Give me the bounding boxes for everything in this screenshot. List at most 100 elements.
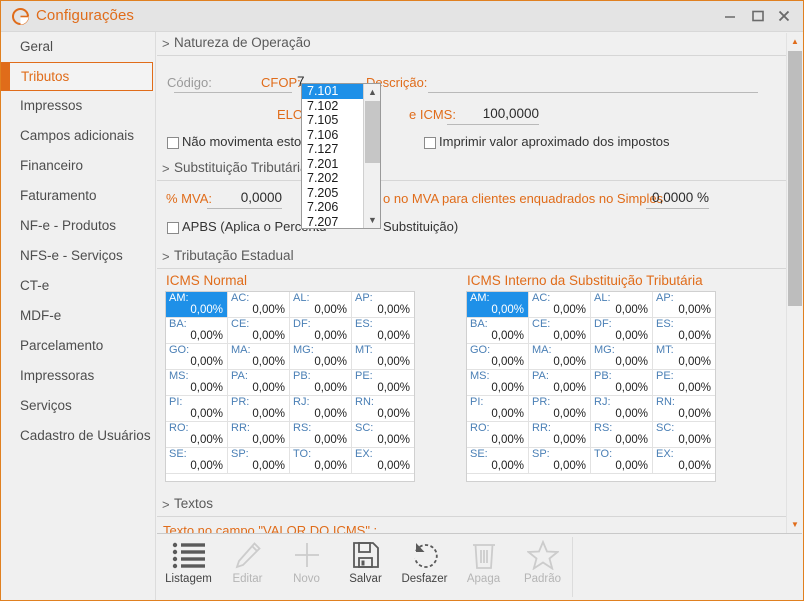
cfop-option[interactable]: 7.202 — [302, 171, 363, 186]
state-rate-value[interactable]: 0,00% — [314, 460, 347, 472]
state-cell-es[interactable]: ES: 0,00% — [653, 318, 715, 344]
state-rate-value[interactable]: 0,00% — [491, 408, 524, 420]
sidebar-item-ct-e[interactable]: CT-e — [1, 271, 155, 301]
state-rate-value[interactable]: 0,00% — [615, 434, 648, 446]
state-cell-pb[interactable]: PB: 0,00% — [290, 370, 352, 396]
state-rate-value[interactable]: 0,00% — [678, 408, 711, 420]
sidebar-item-faturamento[interactable]: Faturamento — [1, 181, 155, 211]
state-rate-value[interactable]: 0,00% — [615, 382, 648, 394]
state-rate-value[interactable]: 0,00% — [615, 460, 648, 472]
sidebar-item-mdf-e[interactable]: MDF-e — [1, 301, 155, 331]
scroll-down-arrow-icon[interactable]: ▼ — [787, 516, 802, 533]
state-rate-value[interactable]: 0,00% — [252, 304, 285, 316]
state-cell-pa[interactable]: PA: 0,00% — [228, 370, 290, 396]
state-rate-value[interactable]: 0,00% — [678, 434, 711, 446]
state-cell-rn[interactable]: RN: 0,00% — [653, 396, 715, 422]
state-cell-ex[interactable]: EX: 0,00% — [352, 448, 414, 474]
salvar-button[interactable]: Salvar — [336, 537, 395, 595]
chevron-down-icon[interactable]: ▼ — [364, 212, 380, 228]
state-rate-value[interactable]: 0,00% — [190, 408, 223, 420]
state-cell-df[interactable]: DF: 0,00% — [591, 318, 653, 344]
state-cell-go[interactable]: GO: 0,00% — [166, 344, 228, 370]
codigo-input[interactable] — [174, 92, 292, 93]
icms-st-grid[interactable]: AM: 0,00% AC: 0,00% AL: 0,00% AP: 0,00% BA: 0,00%… — [466, 291, 716, 482]
state-rate-value[interactable]: 0,00% — [553, 330, 586, 342]
state-cell-sp[interactable]: SP: 0,00% — [228, 448, 290, 474]
state-cell-se[interactable]: SE: 0,00% — [166, 448, 228, 474]
state-rate-value[interactable]: 0,00% — [252, 460, 285, 472]
cfop-option[interactable]: 7.206 — [302, 200, 363, 215]
state-rate-value[interactable]: 0,00% — [491, 382, 524, 394]
state-cell-ce[interactable]: CE: 0,00% — [228, 318, 290, 344]
state-rate-value[interactable]: 0,00% — [553, 382, 586, 394]
state-cell-pr[interactable]: PR: 0,00% — [529, 396, 591, 422]
state-cell-mg[interactable]: MG: 0,00% — [591, 344, 653, 370]
close-button[interactable] — [773, 7, 795, 25]
state-rate-value[interactable]: 0,00% — [252, 434, 285, 446]
state-cell-ce[interactable]: CE: 0,00% — [529, 318, 591, 344]
state-cell-ac[interactable]: AC: 0,00% — [228, 292, 290, 318]
state-cell-am[interactable]: AM: 0,00% — [166, 292, 228, 318]
icms-normal-grid[interactable]: AM: 0,00% AC: 0,00% AL: 0,00% AP: 0,00% BA: 0,00%… — [165, 291, 415, 482]
state-rate-value[interactable]: 0,00% — [615, 408, 648, 420]
sidebar-item-tributos[interactable]: Tributos — [1, 62, 153, 91]
state-rate-value[interactable]: 0,00% — [491, 356, 524, 368]
state-rate-value[interactable]: 0,00% — [314, 356, 347, 368]
state-cell-ac[interactable]: AC: 0,00% — [529, 292, 591, 318]
state-rate-value[interactable]: 0,00% — [314, 408, 347, 420]
mva-input[interactable]: 0,0000 — [207, 190, 282, 205]
section-substituicao-tributaria[interactable]: > Substituição Tributária — [157, 158, 786, 181]
state-cell-rs[interactable]: RS: 0,00% — [290, 422, 352, 448]
section-textos[interactable]: > Textos — [157, 494, 786, 517]
scroll-thumb[interactable] — [788, 51, 802, 306]
state-rate-value[interactable]: 0,00% — [377, 382, 410, 394]
cfop-option[interactable]: 7.106 — [302, 128, 363, 143]
state-rate-value[interactable]: 0,00% — [190, 434, 223, 446]
state-rate-value[interactable]: 0,00% — [190, 330, 223, 342]
state-cell-rj[interactable]: RJ: 0,00% — [591, 396, 653, 422]
state-rate-value[interactable]: 0,00% — [314, 382, 347, 394]
sidebar-item-nfs-e-servi-os[interactable]: NFS-e - Serviços — [1, 241, 155, 271]
state-rate-value[interactable]: 0,00% — [491, 304, 524, 316]
state-rate-value[interactable]: 0,00% — [190, 304, 223, 316]
state-cell-se[interactable]: SE: 0,00% — [467, 448, 529, 474]
minimize-button[interactable] — [719, 7, 741, 25]
state-rate-value[interactable]: 0,00% — [491, 460, 524, 472]
state-cell-ro[interactable]: RO: 0,00% — [166, 422, 228, 448]
state-rate-value[interactable]: 0,00% — [377, 304, 410, 316]
simples-mva-input[interactable]: 0,0000 % — [646, 190, 709, 205]
cfop-dropdown-scrollbar[interactable]: ▲ ▼ — [363, 84, 380, 228]
state-cell-rn[interactable]: RN: 0,00% — [352, 396, 414, 422]
state-cell-al[interactable]: AL: 0,00% — [290, 292, 352, 318]
state-rate-value[interactable]: 0,00% — [678, 330, 711, 342]
cfop-option[interactable]: 7.127 — [302, 142, 363, 157]
state-cell-mg[interactable]: MG: 0,00% — [290, 344, 352, 370]
state-rate-value[interactable]: 0,00% — [678, 382, 711, 394]
state-rate-value[interactable]: 0,00% — [491, 330, 524, 342]
state-rate-value[interactable]: 0,00% — [314, 434, 347, 446]
state-rate-value[interactable]: 0,00% — [553, 434, 586, 446]
listagem-button[interactable]: Listagem — [159, 537, 218, 595]
state-rate-value[interactable]: 0,00% — [252, 356, 285, 368]
state-cell-rr[interactable]: RR: 0,00% — [529, 422, 591, 448]
apbs-checkbox[interactable] — [167, 222, 179, 234]
state-rate-value[interactable]: 0,00% — [190, 382, 223, 394]
chevron-up-icon[interactable]: ▲ — [364, 84, 380, 100]
state-cell-ro[interactable]: RO: 0,00% — [467, 422, 529, 448]
cfop-dropdown-list[interactable]: 7.101 7.102 7.105 7.106 7.127 7.201 7.202 7.205… — [301, 83, 381, 229]
state-cell-ap[interactable]: AP: 0,00% — [352, 292, 414, 318]
imprimir-impostos-checkbox[interactable] — [424, 137, 436, 149]
state-cell-ex[interactable]: EX: 0,00% — [653, 448, 715, 474]
section-tributacao-estadual[interactable]: > Tributação Estadual — [157, 246, 786, 269]
desfazer-button[interactable]: Desfazer — [395, 537, 454, 595]
state-cell-pa[interactable]: PA: 0,00% — [529, 370, 591, 396]
sidebar-item-parcelamento[interactable]: Parcelamento — [1, 331, 155, 361]
cfop-option[interactable]: 7.102 — [302, 99, 363, 114]
descricao-input[interactable] — [428, 92, 758, 93]
cfop-scroll-thumb[interactable] — [365, 101, 380, 163]
cfop-option[interactable]: 7.207 — [302, 215, 363, 229]
state-cell-am[interactable]: AM: 0,00% — [467, 292, 529, 318]
state-cell-rj[interactable]: RJ: 0,00% — [290, 396, 352, 422]
state-rate-value[interactable]: 0,00% — [615, 356, 648, 368]
state-cell-ma[interactable]: MA: 0,00% — [529, 344, 591, 370]
